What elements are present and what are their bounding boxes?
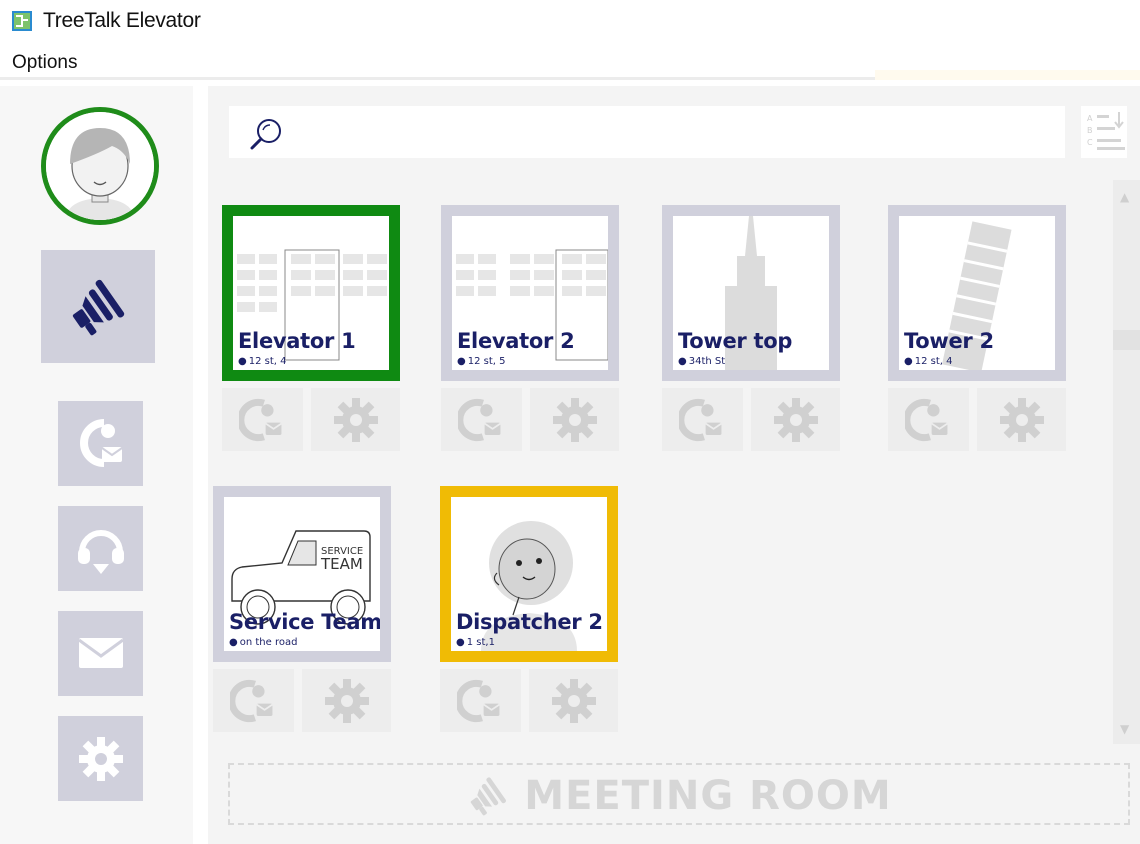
search-input[interactable] xyxy=(289,116,1053,150)
contact-name: Tower top xyxy=(678,329,793,353)
contact-location: ● 12 st, 5 xyxy=(457,356,506,367)
tile-actions xyxy=(213,669,391,732)
menu-divider xyxy=(0,77,875,80)
contact-location-text: 1 st,1 xyxy=(466,637,495,648)
user-avatar-icon xyxy=(46,112,154,220)
location-pin-icon: ● xyxy=(457,356,466,367)
call-message-icon xyxy=(229,679,273,722)
tile-actions xyxy=(222,388,400,451)
user-avatar[interactable] xyxy=(41,107,159,225)
contact-name: Elevator 2 xyxy=(457,329,575,353)
tile-actions xyxy=(441,388,619,451)
contact-tile-tower-top[interactable]: Tower top ● 34th St xyxy=(662,205,840,381)
scrollbar-thumb[interactable] xyxy=(1113,330,1140,350)
contact-location: ● 34th St xyxy=(678,356,725,367)
menu-divider-accent xyxy=(875,70,1140,80)
broadcast-button[interactable] xyxy=(41,250,155,363)
scroll-down-arrow-icon[interactable]: ▼ xyxy=(1120,722,1129,736)
gear-icon xyxy=(324,678,369,723)
contact-location-text: 12 st, 4 xyxy=(914,356,953,367)
call-message-button[interactable] xyxy=(222,388,303,451)
gear-icon xyxy=(333,397,378,442)
search-bar[interactable] xyxy=(229,106,1065,158)
location-pin-icon: ● xyxy=(238,356,247,367)
contact-location: ● 12 st, 4 xyxy=(238,356,287,367)
call-message-icon xyxy=(456,679,500,722)
svg-text:C: C xyxy=(1087,138,1093,147)
call-message-button[interactable] xyxy=(213,669,294,732)
gear-icon xyxy=(78,736,123,781)
tile-actions xyxy=(662,388,840,451)
call-message-button[interactable] xyxy=(58,401,143,486)
megaphone-icon xyxy=(72,279,125,335)
contact-tile-dispatcher-2[interactable]: Dispatcher 2 ● 1 st,1 xyxy=(440,486,618,662)
tile-settings-button[interactable] xyxy=(977,388,1066,451)
contact-location-text: 12 st, 4 xyxy=(248,356,287,367)
call-message-icon xyxy=(238,398,282,441)
sort-button[interactable]: A B C xyxy=(1081,106,1127,158)
envelope-icon xyxy=(77,637,124,668)
call-message-button[interactable] xyxy=(662,388,743,451)
tile-settings-button[interactable] xyxy=(302,669,391,732)
sort-alpha-icon: A B C xyxy=(1087,112,1125,150)
meeting-room-label-wrap: MEETING ROOM xyxy=(230,765,1128,827)
tile-settings-button[interactable] xyxy=(751,388,840,451)
contact-tile-elevator-2[interactable]: Elevator 2 ● 12 st, 5 xyxy=(441,205,619,381)
meeting-room-label: MEETING ROOM xyxy=(524,773,892,819)
contact-location-text: 12 st, 5 xyxy=(467,356,506,367)
contact-location: ● on the road xyxy=(229,637,297,648)
scrollbar[interactable]: ▲ ▼ xyxy=(1113,180,1140,744)
app-logo-icon xyxy=(12,11,32,31)
tile-settings-button[interactable] xyxy=(530,388,619,451)
contact-name: Service Team xyxy=(229,610,382,634)
call-message-button[interactable] xyxy=(888,388,969,451)
gear-icon xyxy=(999,397,1044,442)
location-pin-icon: ● xyxy=(456,637,465,648)
tile-actions xyxy=(440,669,618,732)
title-bar: TreeTalk Elevator xyxy=(0,0,1140,44)
headset-icon xyxy=(77,529,124,574)
contact-name: Elevator 1 xyxy=(238,329,356,353)
location-pin-icon: ● xyxy=(904,356,913,367)
meeting-room-area[interactable]: MEETING ROOM xyxy=(208,745,1140,844)
search-icon xyxy=(250,119,281,150)
megaphone-icon xyxy=(471,777,507,816)
scroll-up-arrow-icon[interactable]: ▲ xyxy=(1120,190,1129,204)
call-message-icon xyxy=(904,398,948,441)
contact-tile-service-team[interactable]: SERVICE TEAM Service Team ● on the road xyxy=(213,486,391,662)
contact-tile-tower-2[interactable]: Tower 2 ● 12 st, 4 xyxy=(888,205,1066,381)
location-pin-icon: ● xyxy=(678,356,687,367)
headset-button[interactable] xyxy=(58,506,143,591)
contact-location: ● 1 st,1 xyxy=(456,637,495,648)
settings-button[interactable] xyxy=(58,716,143,801)
contact-location: ● 12 st, 4 xyxy=(904,356,953,367)
call-message-button[interactable] xyxy=(441,388,522,451)
call-message-icon xyxy=(678,398,722,441)
call-message-icon xyxy=(79,418,123,467)
meeting-room-dropzone[interactable]: MEETING ROOM xyxy=(228,763,1130,825)
tile-settings-button[interactable] xyxy=(311,388,400,451)
van-text-line-2: TEAM xyxy=(320,555,363,573)
gear-icon xyxy=(552,397,597,442)
gear-icon xyxy=(551,678,596,723)
contact-location-text: on the road xyxy=(239,637,298,648)
svg-text:A: A xyxy=(1087,114,1093,123)
contact-tile-elevator-1[interactable]: Elevator 1 ● 12 st, 4 xyxy=(222,205,400,381)
call-message-button[interactable] xyxy=(440,669,521,732)
messages-button[interactable] xyxy=(58,611,143,696)
window-title: TreeTalk Elevator xyxy=(43,9,201,32)
contact-name: Dispatcher 2 xyxy=(456,610,603,634)
contact-location-text: 34th St xyxy=(688,356,726,367)
call-message-icon xyxy=(457,398,501,441)
menu-options[interactable]: Options xyxy=(12,52,77,74)
svg-text:B: B xyxy=(1087,126,1093,135)
contact-name: Tower 2 xyxy=(904,329,994,353)
location-pin-icon: ● xyxy=(229,637,238,648)
tile-settings-button[interactable] xyxy=(529,669,618,732)
tile-actions xyxy=(888,388,1066,451)
gear-icon xyxy=(773,397,818,442)
